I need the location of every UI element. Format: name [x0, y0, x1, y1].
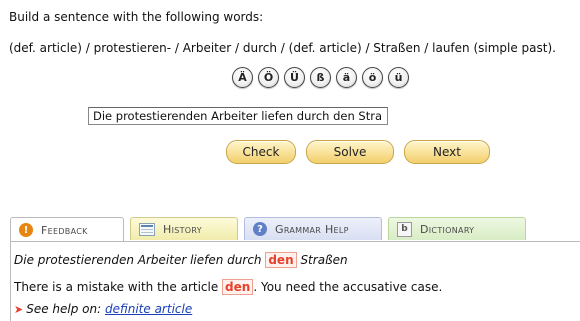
question-icon: ? — [253, 222, 267, 236]
feedback-message: There is a mistake with the article den.… — [14, 279, 443, 295]
history-icon — [139, 222, 155, 236]
tab-dictionary[interactable]: b Dictionary — [388, 217, 526, 240]
feedback-sentence-start: Die protestierenden Arbeiter liefen durc… — [14, 253, 266, 267]
tab-grammar-help-label: Grammar Help — [275, 222, 349, 236]
error-highlight: den — [222, 279, 254, 295]
feedback-sentence-end: Straßen — [296, 253, 348, 267]
action-buttons: Check Solve Next — [226, 140, 490, 164]
exclamation-icon: ! — [19, 223, 33, 237]
definite-article-link[interactable]: definite article — [105, 302, 192, 316]
char-button-A-umlaut[interactable]: Ä — [232, 67, 253, 88]
special-character-bar: Ä Ö Ü ß ä ö ü — [232, 67, 409, 91]
word-list: (def. article) / protestieren- / Arbeite… — [9, 41, 556, 55]
feedback-sentence: Die protestierenden Arbeiter liefen durc… — [14, 252, 348, 268]
char-button-o-umlaut[interactable]: ö — [362, 67, 383, 88]
help-prefix: See help on: — [26, 302, 105, 316]
char-button-a-umlaut[interactable]: ä — [336, 67, 357, 88]
char-button-u-umlaut[interactable]: ü — [388, 67, 409, 88]
char-button-U-umlaut[interactable]: Ü — [284, 67, 305, 88]
feedback-message-start: There is a mistake with the article — [14, 280, 223, 294]
feedback-message-end: . You need the accusative case. — [253, 280, 443, 294]
tab-history-label: History — [163, 222, 202, 236]
instruction-text: Build a sentence with the following word… — [9, 10, 264, 24]
dictionary-icon: b — [397, 221, 412, 237]
solve-button[interactable]: Solve — [306, 140, 394, 164]
tab-dictionary-label: Dictionary — [420, 222, 475, 236]
tab-feedback-label: Feedback — [41, 223, 88, 237]
next-button[interactable]: Next — [404, 140, 490, 164]
answer-input[interactable] — [88, 107, 388, 125]
help-tabs: ! Feedback History ? Grammar Help b Dict… — [10, 217, 532, 242]
tab-feedback[interactable]: ! Feedback — [10, 217, 124, 242]
error-highlight: den — [265, 252, 297, 268]
help-reference: ➤ See help on: definite article — [14, 302, 192, 316]
char-button-O-umlaut[interactable]: Ö — [258, 67, 279, 88]
tab-grammar-help[interactable]: ? Grammar Help — [244, 217, 382, 240]
double-arrow-icon: ➤ — [14, 303, 24, 316]
tab-history[interactable]: History — [130, 217, 238, 240]
char-button-eszett[interactable]: ß — [310, 67, 331, 88]
check-button[interactable]: Check — [226, 140, 296, 164]
